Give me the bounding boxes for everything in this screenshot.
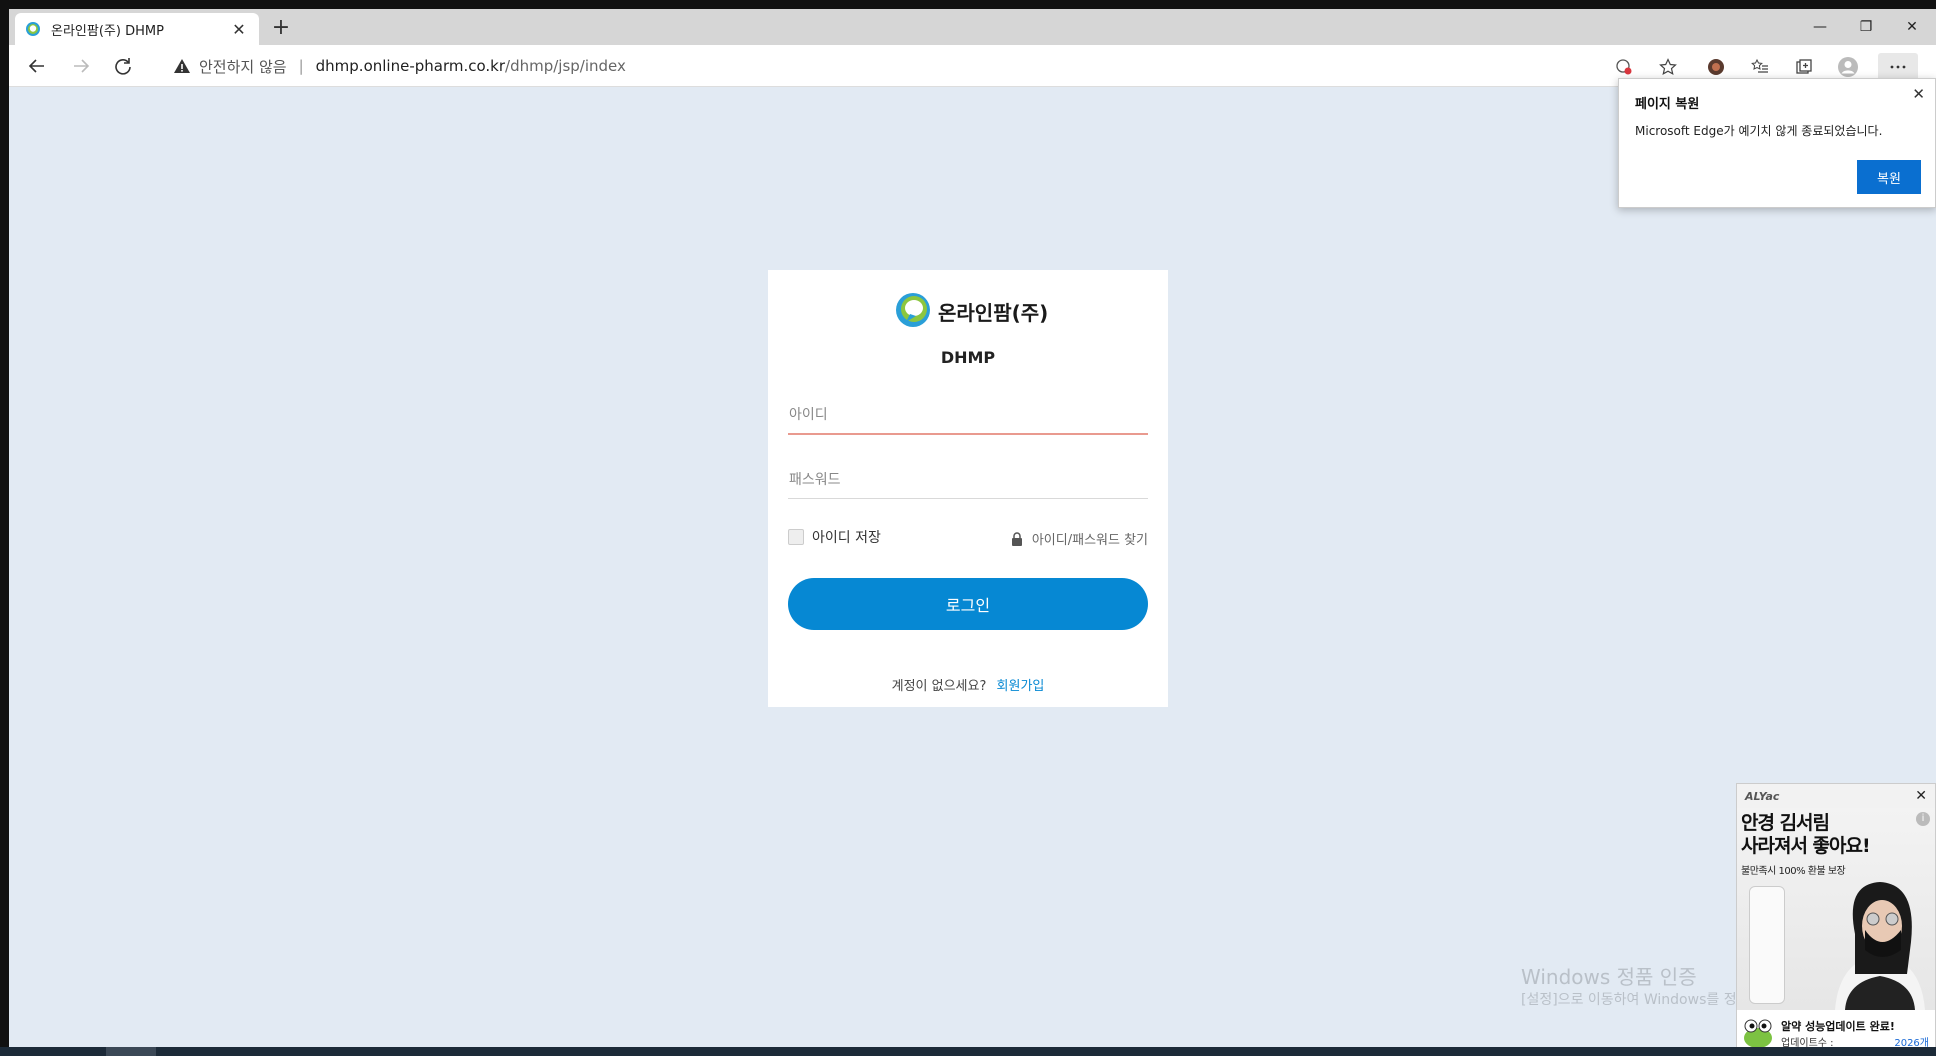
signup-row: 계정이 없으세요? 회원가입 [768, 675, 1168, 694]
taskbar-item[interactable] [106, 1047, 156, 1056]
ad-headline-line1: 안경 김서림 [1741, 812, 1830, 834]
close-tab-icon[interactable]: ✕ [229, 20, 249, 39]
back-arrow-icon[interactable] [21, 51, 53, 81]
url-path: /dhmp/jsp/index [505, 57, 626, 75]
forward-arrow-icon[interactable] [65, 51, 97, 81]
browser-tab[interactable]: 온라인팜(주) DHMP ✕ [15, 13, 259, 45]
tracking-prevention-icon[interactable] [1610, 53, 1638, 81]
ad-footer-text: 알약 성능업데이트 완료! 업데이트수 : 2026개 [1781, 1018, 1929, 1049]
login-card: 온라인팜(주) DHMP 아이디 저장 아이디/패스워드 찾기 로그인 계정이 … [768, 270, 1168, 707]
close-window-icon[interactable]: ✕ [1889, 9, 1935, 45]
restore-window-icon[interactable]: ❐ [1843, 9, 1889, 45]
collections-icon[interactable] [1790, 53, 1818, 81]
no-account-text: 계정이 없으세요? [891, 679, 987, 694]
ad-info-icon[interactable]: i [1916, 812, 1930, 826]
url-host: dhmp.online-pharm.co.kr [315, 57, 506, 75]
checkbox-box[interactable] [788, 529, 804, 545]
model-photo-image [1835, 882, 1925, 1010]
restore-popup-title: 페이지 복원 [1635, 97, 1700, 112]
product-bottle-image [1749, 886, 1785, 1004]
remember-id-checkbox[interactable]: 아이디 저장 [788, 527, 881, 547]
ad-header: ALYac ✕ [1737, 784, 1935, 808]
taskbar [0, 1047, 1936, 1056]
favorite-star-icon[interactable] [1654, 53, 1682, 81]
ad-headline-line2: 사라져서 좋아요! [1741, 835, 1871, 857]
refresh-icon[interactable] [107, 51, 139, 81]
restore-pages-popup: 페이지 복원 Microsoft Edge가 예기치 않게 종료되었습니다. ✕… [1618, 78, 1936, 208]
address-divider: | [298, 57, 304, 75]
extension-icon[interactable] [1702, 53, 1730, 81]
company-logo: 온라인팜(주) [894, 292, 1048, 330]
ad-banner[interactable]: 안경 김서림 사라져서 좋아요! 불만족시 100% 환불 보장 i [1737, 808, 1935, 1010]
warning-icon [174, 59, 190, 73]
lock-icon [1011, 531, 1022, 546]
find-account-link[interactable]: 아이디/패스워드 찾기 [1010, 529, 1148, 548]
tab-title: 온라인팜(주) DHMP [51, 23, 164, 39]
browser-window: 온라인팜(주) DHMP ✕ + — ❐ ✕ 안전하지 않음 | dhmp.on… [9, 9, 1936, 1056]
company-logo-icon [896, 293, 930, 327]
restore-popup-message: Microsoft Edge가 예기치 않게 종료되었습니다. [1635, 124, 1883, 138]
ad-headline: 안경 김서림 사라져서 좋아요! [1741, 812, 1871, 858]
company-name: 온라인팜(주) [938, 300, 1049, 325]
signup-link[interactable]: 회원가입 [997, 679, 1045, 694]
password-input[interactable] [788, 461, 1148, 499]
system-name: DHMP [940, 348, 996, 367]
profile-avatar-icon[interactable] [1834, 53, 1862, 81]
new-tab-button[interactable]: + [267, 15, 295, 43]
minimize-icon[interactable]: — [1797, 9, 1843, 45]
tab-strip: 온라인팜(주) DHMP ✕ + — ❐ ✕ [9, 9, 1936, 45]
ad-footer-title: 알약 성능업데이트 완료! [1781, 1019, 1895, 1033]
site-favicon-icon [26, 22, 40, 36]
security-status[interactable]: 안전하지 않음 [199, 56, 287, 77]
find-account-label: 아이디/패스워드 찾기 [1031, 533, 1148, 548]
id-input[interactable] [788, 397, 1148, 435]
more-menu-icon[interactable] [1878, 53, 1918, 81]
login-button[interactable]: 로그인 [788, 578, 1148, 630]
activation-watermark-title: Windows 정품 인증 [1521, 965, 1697, 989]
remember-id-label: 아이디 저장 [812, 530, 881, 546]
alyac-ad-popup[interactable]: ALYac ✕ 안경 김서림 사라져서 좋아요! 불만족시 100% 환불 보장… [1736, 783, 1936, 1056]
favorites-icon[interactable] [1746, 53, 1774, 81]
restore-button[interactable]: 복원 [1857, 160, 1921, 194]
alyac-mascot-icon [1744, 1019, 1772, 1048]
ad-brand: ALYac [1745, 789, 1780, 803]
close-popup-icon[interactable]: ✕ [1912, 85, 1925, 103]
ad-close-icon[interactable]: ✕ [1915, 788, 1927, 804]
